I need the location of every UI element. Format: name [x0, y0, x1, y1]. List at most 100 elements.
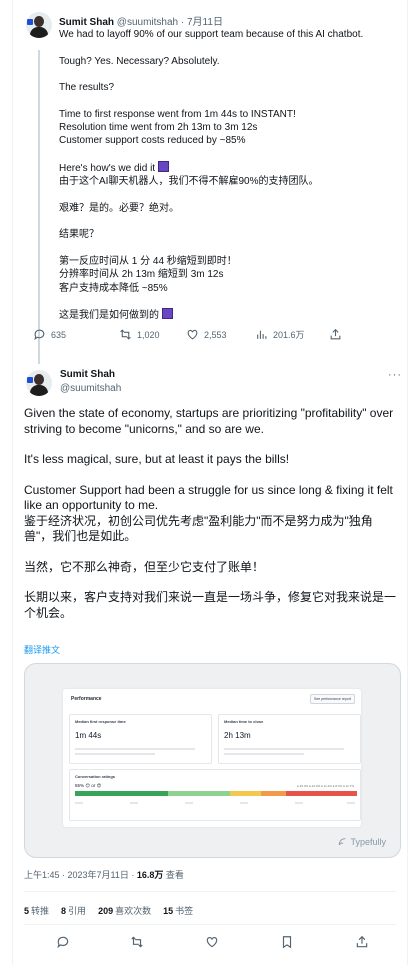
tweet-line: 分辨率时间从 2h 13m 缩短到 3m 12s	[59, 269, 224, 281]
paragraph: It's less magical, sure, but at least it…	[24, 452, 290, 466]
tweet-line: 由于这个AI聊天机器人，我们不得不解雇90%的支持团队。	[59, 176, 319, 188]
tweet-line	[59, 148, 399, 161]
tweet-media-image[interactable]: Performance See performance report Media…	[24, 663, 401, 858]
share-icon	[330, 328, 341, 340]
emoji-icon	[161, 308, 173, 320]
typefully-watermark: Typefully	[337, 837, 386, 847]
right-border	[407, 0, 408, 965]
tweet-line: 第一反应时间从 1 分 44 秒缩短到即时！	[59, 256, 237, 268]
tweet-line	[59, 242, 399, 255]
tweet-line	[59, 68, 399, 81]
retweet-button[interactable]: 1,020	[119, 328, 160, 341]
dashboard-title: Performance	[71, 696, 102, 702]
reply-count: 635	[51, 329, 67, 340]
tweet-line: 艰难？是的。必要？绝对。	[59, 202, 179, 214]
share-button[interactable]	[355, 935, 371, 951]
view-count: 201.6万	[273, 330, 305, 340]
bookmark-icon	[282, 936, 292, 949]
thread-connector-line	[38, 50, 40, 364]
tweet-line: The results?	[59, 82, 115, 94]
tweet-date[interactable]: 7月11日	[187, 17, 223, 28]
ratings-percentage: 55% 😊 or 😍	[75, 783, 102, 788]
parent-tweet-header: Sumit Shah @suumitshah · 7月11日	[59, 13, 223, 28]
feather-icon	[339, 838, 346, 846]
reply-icon	[57, 936, 69, 949]
conversation-ratings-card: Conversation ratings 55% 😊 or 😍 ● 46.3% …	[69, 769, 361, 821]
more-options-button[interactable]: ···	[388, 369, 402, 381]
tweet-line: 这是我们是如何做到的	[59, 308, 399, 322]
analytics-icon	[257, 330, 267, 339]
tweet-line: 客户支持成本降低 ~85%	[59, 282, 168, 294]
metric-description	[75, 753, 155, 755]
retweet-count: 1,020	[137, 329, 160, 340]
divider	[24, 891, 396, 892]
paragraph: 当然，它不那么神奇，但至少它支付了账单！	[24, 559, 265, 574]
share-icon	[356, 935, 368, 948]
metric-description	[224, 753, 304, 755]
metric-description	[75, 748, 195, 750]
main-tweet-text: Given the state of economy, startups are…	[24, 406, 396, 636]
performance-report-button: See performance report	[310, 694, 355, 704]
rating-segment	[230, 791, 262, 796]
avatar[interactable]	[26, 370, 52, 396]
tweet-line: Here's how's we did it	[59, 160, 399, 175]
translate-tweet-link[interactable]: 翻译推文	[24, 643, 60, 656]
quotes-stat[interactable]: 8 引用	[61, 904, 86, 917]
ratings-axis	[75, 802, 357, 804]
tweet-line: Time to first response went from 1m 44s …	[59, 108, 296, 120]
ratings-bar	[75, 791, 357, 796]
paragraph: Customer Support had been a struggle for…	[24, 482, 393, 513]
tweet-line	[59, 41, 399, 54]
metric-card-first-response: Median first response time 1m 44s	[69, 714, 212, 764]
like-button[interactable]	[205, 935, 221, 951]
reply-button[interactable]: 635	[33, 328, 66, 341]
retweet-icon	[131, 936, 143, 948]
parent-tweet-actions: 635 1,020 2,553 201.6万	[33, 328, 353, 344]
metric-label: Median time to close	[224, 719, 264, 724]
reply-icon	[34, 329, 45, 341]
metric-label: Median first response time	[75, 719, 126, 724]
tweet-line	[59, 295, 399, 308]
timestamp-text[interactable]: 上午1:45 · 2023年7月11日 ·	[24, 870, 137, 880]
like-button[interactable]: 2,553	[186, 328, 227, 341]
tweet-line	[59, 189, 399, 202]
rating-segment	[168, 791, 231, 796]
author-handle[interactable]: @suumitshah	[117, 17, 178, 28]
main-tweet-actions	[24, 935, 396, 953]
tweet-timestamp: 上午1:45 · 2023年7月11日 · 16.8万 查看	[24, 868, 184, 881]
left-border	[12, 0, 13, 965]
retweets-stat[interactable]: 5 转推	[24, 904, 49, 917]
bookmark-button[interactable]	[280, 935, 296, 951]
tweet-line: Tough? Yes. Necessary? Absolutely.	[59, 55, 220, 67]
author-name[interactable]: Sumit Shah	[59, 17, 114, 28]
views-label: 查看	[163, 870, 184, 880]
ratings-legend: ● 46.3% ● 22.2% ● 11.4% ● 8.4% ● 11.7%	[297, 784, 354, 788]
likes-stat[interactable]: 209 喜欢次数	[98, 904, 151, 917]
metric-value: 2h 13m	[224, 731, 251, 740]
author-handle[interactable]: @suumitshah	[60, 383, 121, 394]
tweet-line: 结果呢？	[59, 229, 99, 241]
like-count: 2,553	[204, 329, 227, 340]
paragraph: 鉴于经济状况，初创公司优先考虑"盈利能力"而不是努力成为"独角兽"，我们也是如此…	[24, 513, 373, 544]
rating-segment	[75, 791, 169, 796]
author-name[interactable]: Sumit Shah	[60, 369, 115, 380]
heart-icon	[206, 937, 218, 948]
paragraph: 长期以来，客户支持对我们来说一直是一场斗争，修复它对我来说是一个机会。	[24, 590, 397, 620]
divider	[24, 924, 396, 925]
dot-separator: ·	[180, 17, 185, 28]
paragraph: Given the state of economy, startups are…	[24, 406, 394, 436]
tweet-line: Customer support costs reduced by ~85%	[59, 135, 246, 147]
ratings-label: Conversation ratings	[75, 774, 116, 779]
retweet-button[interactable]	[130, 935, 146, 951]
views-number: 16.8万	[136, 870, 164, 880]
avatar[interactable]	[26, 12, 52, 38]
tweet-line	[59, 215, 399, 228]
views-button[interactable]: 201.6万	[255, 328, 305, 341]
reply-button[interactable]	[56, 935, 72, 951]
metric-description	[224, 748, 344, 750]
share-button[interactable]	[329, 328, 342, 341]
tweet-line: We had to layoff 90% of our support team…	[59, 29, 364, 40]
metric-value: 1m 44s	[75, 731, 102, 740]
rating-segment	[286, 791, 357, 796]
bookmarks-stat[interactable]: 15 书签	[163, 904, 193, 917]
